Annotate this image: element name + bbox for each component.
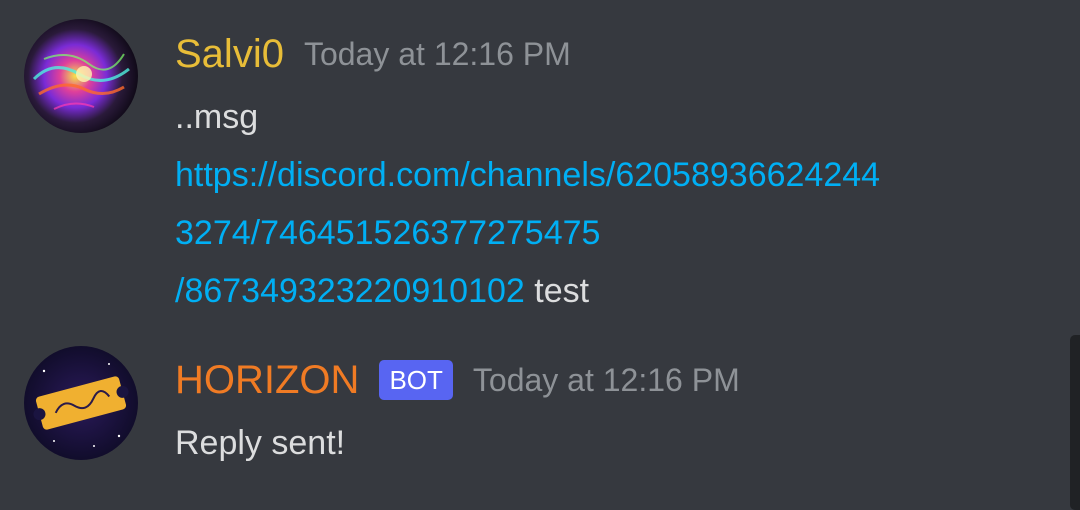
message-link-part[interactable]: /867349323220910102	[175, 272, 525, 310]
user-avatar[interactable]	[24, 19, 138, 133]
bot-avatar[interactable]	[24, 346, 138, 460]
message-text: Reply sent!	[175, 424, 346, 462]
message-trailing-text: test	[524, 272, 590, 310]
nebula-avatar-icon	[24, 19, 138, 133]
username[interactable]: Salvi0	[175, 30, 284, 78]
message-link-part[interactable]: https://discord.com/channels/62058936624…	[175, 146, 1055, 204]
message-header: HORIZON BOT Today at 12:16 PM	[175, 356, 740, 404]
message-text: ..msg	[175, 98, 259, 136]
bot-badge: BOT	[379, 360, 453, 400]
chat-view: Salvi0 Today at 12:16 PM ..msg https://d…	[0, 0, 1080, 510]
timestamp: Today at 12:16 PM	[472, 362, 740, 398]
username[interactable]: HORIZON	[175, 356, 359, 404]
timestamp: Today at 12:16 PM	[303, 36, 571, 72]
message-header: Salvi0 Today at 12:16 PM	[175, 30, 571, 78]
scrollbar[interactable]	[1070, 335, 1080, 510]
message-link-part[interactable]: 3274/746451526377275475	[175, 204, 1055, 262]
message-content: ..msg https://discord.com/channels/62058…	[175, 88, 1055, 320]
horizon-ticket-avatar-icon	[24, 346, 138, 460]
message-line: /867349323220910102 test	[175, 262, 1055, 320]
message-content: Reply sent!	[175, 414, 1055, 472]
